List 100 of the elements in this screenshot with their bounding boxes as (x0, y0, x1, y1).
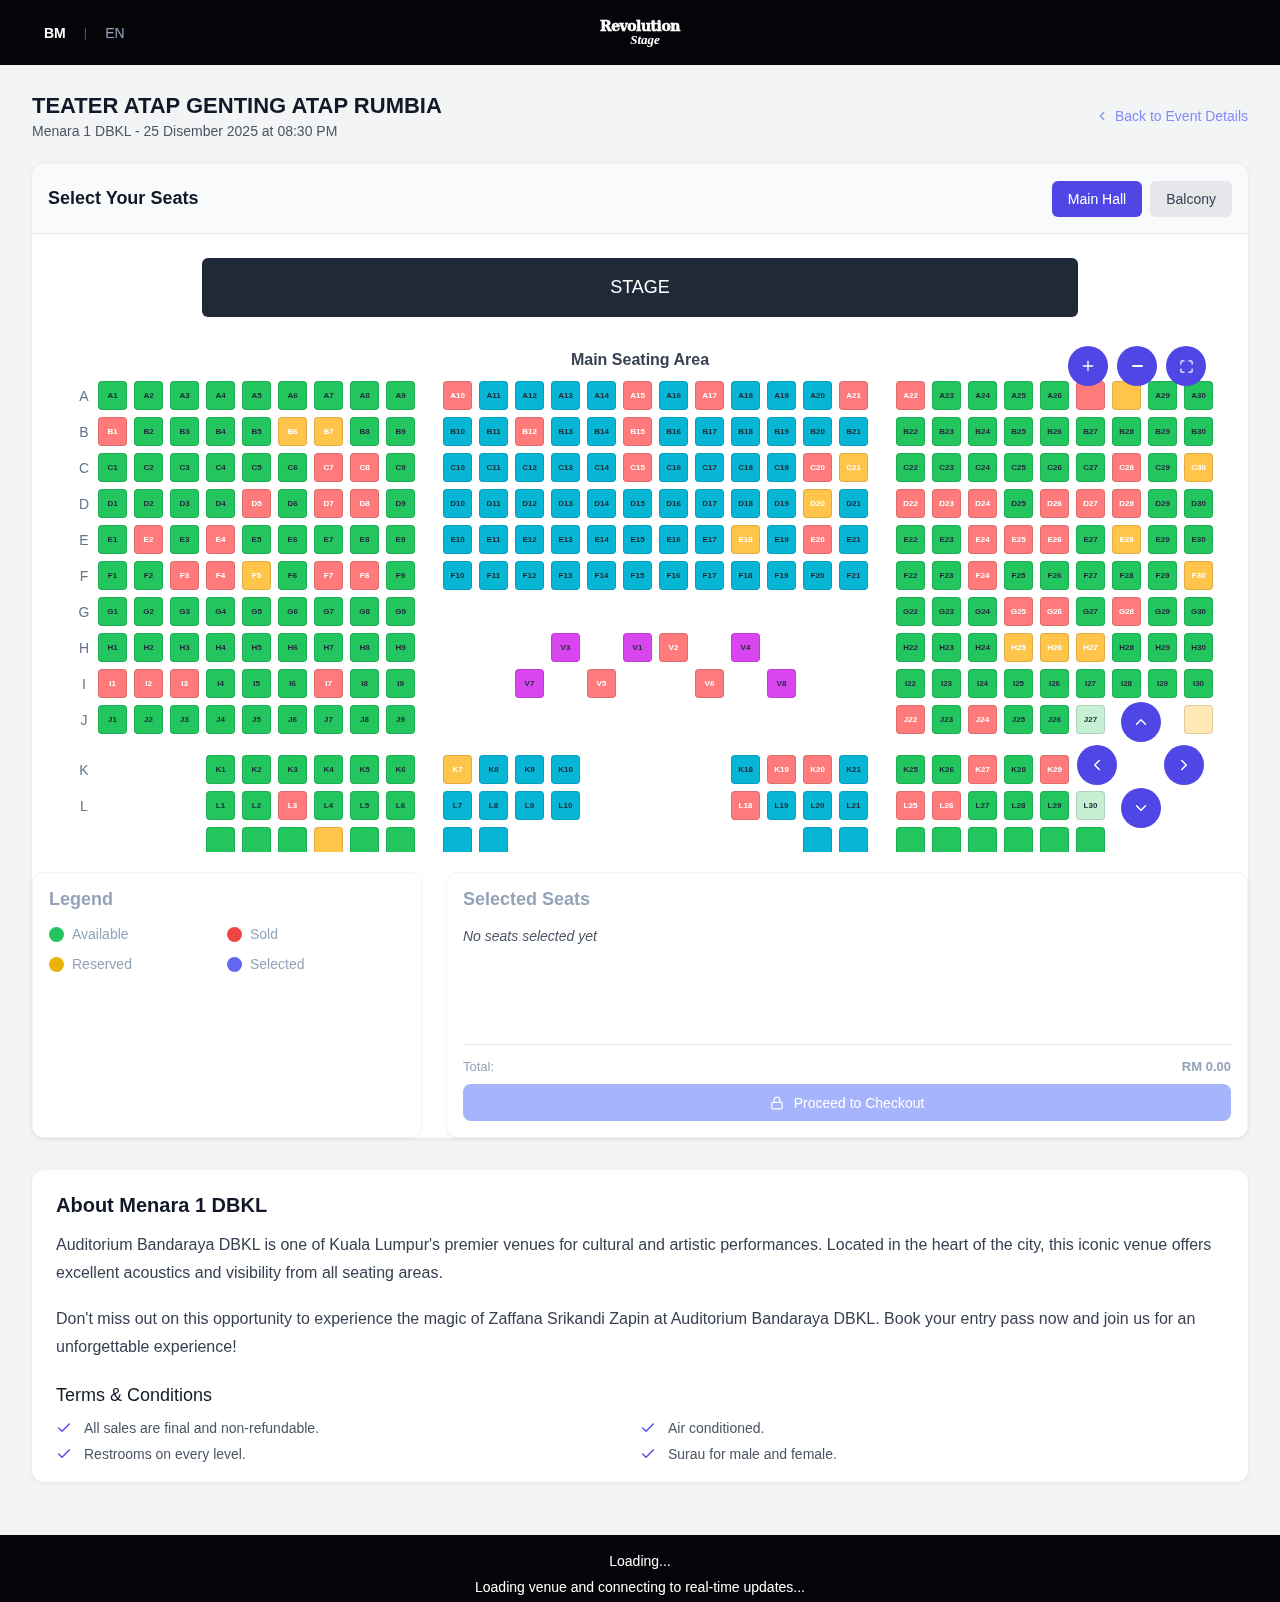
seat[interactable]: C5 (242, 453, 271, 482)
seat[interactable]: B24 (968, 417, 997, 446)
seat[interactable]: D10 (443, 489, 472, 518)
seat[interactable]: E30 (1184, 525, 1213, 554)
seat[interactable]: E6 (278, 525, 307, 554)
seat[interactable]: B25 (1004, 417, 1033, 446)
seat[interactable]: B30 (1184, 417, 1213, 446)
seat[interactable]: G1 (98, 597, 127, 626)
seat[interactable]: K5 (350, 755, 379, 784)
seat[interactable]: C23 (932, 453, 961, 482)
seat[interactable]: A9 (386, 381, 415, 410)
seat[interactable]: H24 (968, 633, 997, 662)
seat[interactable]: K28 (1004, 755, 1033, 784)
seat[interactable]: E14 (587, 525, 616, 554)
seat[interactable]: A2 (134, 381, 163, 410)
fullscreen-button[interactable] (1166, 346, 1206, 386)
seat[interactable]: F28 (1112, 561, 1141, 590)
seat[interactable]: V4 (731, 633, 760, 662)
seat[interactable]: L19 (767, 791, 796, 820)
seat[interactable]: E15 (623, 525, 652, 554)
seat[interactable]: E19 (767, 525, 796, 554)
seat[interactable]: H2 (134, 633, 163, 662)
seat[interactable]: F17 (695, 561, 724, 590)
seat[interactable]: E12 (515, 525, 544, 554)
seat[interactable]: D11 (479, 489, 508, 518)
seat[interactable]: A4 (206, 381, 235, 410)
seat[interactable]: B21 (839, 417, 868, 446)
seat[interactable]: F25 (1004, 561, 1033, 590)
seat[interactable]: B9 (386, 417, 415, 446)
seat[interactable]: I29 (1148, 669, 1177, 698)
seat[interactable]: J5 (242, 705, 271, 734)
seat[interactable]: C11 (479, 453, 508, 482)
seat[interactable]: C6 (278, 453, 307, 482)
seat[interactable]: A25 (1004, 381, 1033, 410)
seat[interactable]: B5 (242, 417, 271, 446)
seat[interactable]: D15 (623, 489, 652, 518)
seat[interactable]: K10 (551, 755, 580, 784)
seat[interactable]: G3 (170, 597, 199, 626)
seat[interactable]: A1 (98, 381, 127, 410)
seat[interactable]: E16 (659, 525, 688, 554)
seat[interactable]: I30 (1184, 669, 1213, 698)
seat[interactable]: C9 (386, 453, 415, 482)
seat[interactable]: D1 (98, 489, 127, 518)
seat[interactable]: C18 (731, 453, 760, 482)
seat[interactable]: B23 (932, 417, 961, 446)
seat[interactable]: F15 (623, 561, 652, 590)
seat[interactable]: A11 (479, 381, 508, 410)
seat[interactable]: G27 (1076, 597, 1105, 626)
seat[interactable]: C24 (968, 453, 997, 482)
seat[interactable]: C29 (1148, 453, 1177, 482)
seat[interactable]: F16 (659, 561, 688, 590)
seat[interactable]: K9 (515, 755, 544, 784)
seat[interactable]: H29 (1148, 633, 1177, 662)
seat[interactable]: G29 (1148, 597, 1177, 626)
seat[interactable]: G9 (386, 597, 415, 626)
seat[interactable]: D25 (1004, 489, 1033, 518)
seat[interactable]: H3 (170, 633, 199, 662)
seat[interactable]: B8 (350, 417, 379, 446)
seat[interactable]: F23 (932, 561, 961, 590)
seat[interactable]: E7 (314, 525, 343, 554)
seat[interactable]: J9 (386, 705, 415, 734)
seat[interactable]: I22 (896, 669, 925, 698)
seat[interactable]: B14 (587, 417, 616, 446)
seat[interactable]: C4 (206, 453, 235, 482)
seat[interactable]: C17 (695, 453, 724, 482)
seat[interactable]: D13 (551, 489, 580, 518)
seat[interactable]: F2 (134, 561, 163, 590)
seat[interactable]: K21 (839, 755, 868, 784)
seat[interactable]: H1 (98, 633, 127, 662)
seat[interactable]: D17 (695, 489, 724, 518)
seat[interactable]: A19 (767, 381, 796, 410)
seat[interactable]: E10 (443, 525, 472, 554)
seat[interactable]: J26 (1040, 705, 1069, 734)
seat[interactable]: I28 (1112, 669, 1141, 698)
seat[interactable]: J1 (98, 705, 127, 734)
seat[interactable]: B4 (206, 417, 235, 446)
seat[interactable]: E13 (551, 525, 580, 554)
seat[interactable]: L10 (551, 791, 580, 820)
seat[interactable]: F9 (386, 561, 415, 590)
seat[interactable]: D29 (1148, 489, 1177, 518)
pan-right-button[interactable] (1164, 745, 1204, 785)
seat[interactable]: C22 (896, 453, 925, 482)
seat[interactable]: L27 (968, 791, 997, 820)
zoom-in-button[interactable] (1068, 346, 1108, 386)
seat[interactable]: K25 (896, 755, 925, 784)
seat[interactable]: I5 (242, 669, 271, 698)
seat[interactable]: F11 (479, 561, 508, 590)
seat[interactable]: H22 (896, 633, 925, 662)
tab[interactable]: Main Hall (1051, 180, 1143, 217)
seat[interactable]: D30 (1184, 489, 1213, 518)
seat[interactable]: L30 (1076, 791, 1105, 820)
seat[interactable]: A29 (1148, 381, 1177, 410)
seat[interactable]: B27 (1076, 417, 1105, 446)
seat[interactable]: E17 (695, 525, 724, 554)
seat[interactable]: K3 (278, 755, 307, 784)
seat[interactable]: C14 (587, 453, 616, 482)
seat[interactable]: L9 (515, 791, 544, 820)
seat[interactable]: G4 (206, 597, 235, 626)
seat[interactable]: J8 (350, 705, 379, 734)
seat[interactable]: G5 (242, 597, 271, 626)
